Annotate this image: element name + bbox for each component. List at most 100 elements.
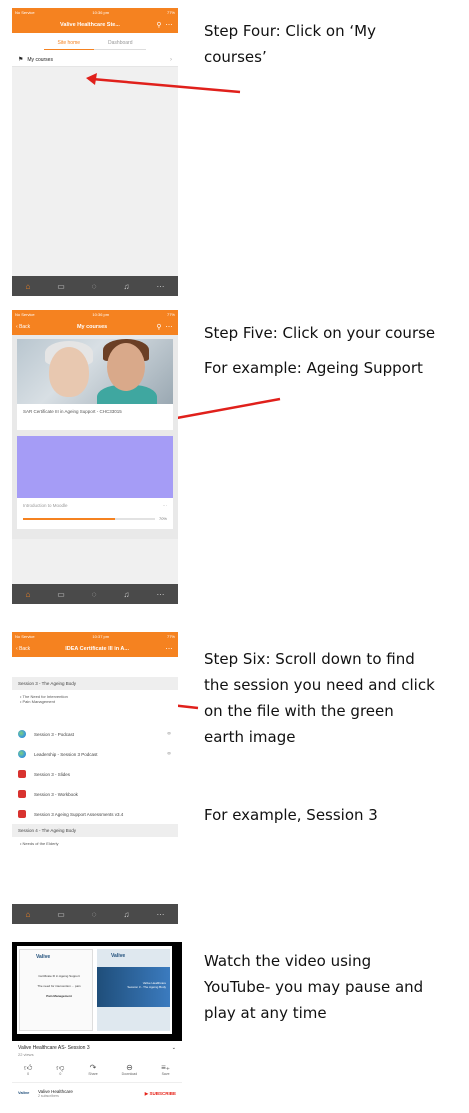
calendar-icon[interactable]: ▭	[57, 590, 65, 599]
slide-right-panel: Valive Valive Healthcare Session 3 - The…	[97, 949, 170, 1031]
status-carrier: No Service	[15, 311, 35, 317]
pdf-icon	[18, 790, 26, 798]
messages-icon[interactable]: ◌	[92, 590, 97, 599]
screenshot-course-sessions: No Service 10:37 pm 77% ‹ Back IDEA Cert…	[12, 632, 178, 924]
step-five-line-2: For example: Ageing Support	[204, 359, 423, 377]
course-list: SAR Certificate III in Ageing Support - …	[12, 335, 178, 539]
section-summary: • The Need for Intervention • Pain Manag…	[12, 690, 178, 708]
download-icon: ⊖	[126, 1063, 133, 1072]
calendar-icon[interactable]: ▭	[57, 910, 65, 919]
section-header-session-3: Session 3 - The Ageing Body	[12, 677, 178, 690]
progress-percent: 70%	[158, 516, 167, 521]
step-six-line-3: on the file with the green	[204, 702, 394, 720]
pdf-icon	[18, 810, 26, 818]
activity-session-3-workbook[interactable]: Session 3 - Workbook	[12, 784, 178, 804]
bottom-tab-bar: ⌂ ▭ ◌ ♫ ⋯	[12, 584, 178, 604]
activity-label: Session 3 - Podcast	[34, 731, 75, 737]
course-title: Introduction to Moodle	[23, 503, 68, 508]
back-button[interactable]: ‹ Back	[16, 324, 30, 330]
like-button[interactable]: 👍︎ 0	[24, 1063, 32, 1076]
bottom-tab-bar: ⌂ ▭ ◌ ♫ ⋯	[12, 904, 178, 924]
channel-info: Valive Healthcare 2 subscribers	[38, 1089, 73, 1098]
like-count: 0	[27, 1072, 30, 1076]
status-time: 10:36 pm	[92, 311, 110, 317]
more-icon[interactable]: ⋯	[163, 503, 168, 509]
notifications-icon[interactable]: ♫	[124, 910, 130, 919]
course-image-shape	[49, 347, 89, 397]
more-icon[interactable]: ⋯	[164, 645, 174, 653]
app-title: My courses	[76, 323, 108, 330]
link-icon: ⚭	[166, 751, 172, 758]
status-time: 10:37 pm	[92, 633, 110, 639]
share-button[interactable]: ↷ Share	[88, 1063, 97, 1076]
app-header: ‹ Back IDEA Certificate III in A... ⋯	[12, 640, 178, 657]
status-battery: 77%	[166, 311, 175, 317]
slide-banner-text: Valive Healthcare Session 3 - The Ageing…	[127, 981, 166, 989]
slide-text: The need for intervention ... pain	[37, 984, 81, 988]
step-four-line-1: Step Four: Click on ‘My	[204, 22, 376, 40]
activity-label: Leadership - Session 3 Podcast	[34, 751, 98, 757]
subscribe-button[interactable]: ▶ SUBSCRIBE	[145, 1091, 176, 1097]
course-title: SAR Certificate III in Ageing Support - …	[23, 409, 122, 414]
notifications-icon[interactable]: ♫	[124, 590, 130, 599]
more-menu-icon[interactable]: ⋯	[156, 910, 164, 919]
home-icon[interactable]: ⌂	[25, 590, 30, 599]
search-icon[interactable]: ⚲	[154, 323, 164, 331]
channel-subscribers: 2 subscribers	[38, 1094, 59, 1098]
save-label: Save	[161, 1072, 170, 1076]
slide-text: Pain Management	[46, 994, 72, 998]
activity-leadership-podcast[interactable]: Leadership - Session 3 Podcast ⚭	[12, 744, 178, 764]
channel-logo[interactable]: Valive	[18, 1090, 32, 1097]
step-six-line-2: the session you need and click	[204, 676, 435, 694]
channel-row: Valive Valive Healthcare 2 subscribers ▶…	[12, 1082, 182, 1098]
video-title: Valive Healthcare AS- Session 3	[18, 1045, 90, 1051]
activity-session-3-assessments[interactable]: Session 3 Ageing Support Assessments v3.…	[12, 804, 178, 824]
slide-text: Certificate III in Ageing Support	[38, 974, 80, 978]
step-five-line-1: Step Five: Click on your course	[204, 324, 436, 342]
dislike-button[interactable]: 👎︎ 0	[56, 1063, 64, 1076]
share-label: Share	[88, 1072, 98, 1076]
more-icon[interactable]: ⋯	[164, 323, 174, 331]
activity-session-3-podcast[interactable]: Session 3 - Podcast ⚭	[12, 724, 178, 744]
earth-icon	[18, 730, 26, 738]
app-title: IDEA Certificate III in A...	[65, 645, 129, 652]
course-card-ageing-support[interactable]: SAR Certificate III in Ageing Support - …	[17, 339, 173, 430]
step-four-line-2: courses’	[204, 48, 267, 66]
back-button[interactable]: ‹ Back	[16, 646, 30, 652]
bullet-text: Needs of the Elderly	[22, 841, 59, 846]
course-image	[17, 436, 173, 498]
activity-session-3-slides[interactable]: Session 3 - Slides	[12, 764, 178, 784]
activity-label: Session 3 Ageing Support Assessments v3.…	[34, 811, 124, 817]
screenshot-youtube-video: Valive Certificate III in Ageing Support…	[12, 942, 182, 1113]
video-title-row[interactable]: Valive Healthcare AS- Session 3 ⌄	[12, 1041, 182, 1052]
activity-label: Session 3 - Slides	[34, 771, 71, 777]
course-card-moodle[interactable]: Introduction to Moodle ⋯ 70%	[17, 436, 173, 529]
thumbs-up-icon: 👍︎	[23, 1063, 33, 1072]
screenshot-my-courses: No Service 10:36 pm 77% ‹ Back My course…	[12, 310, 178, 604]
video-player[interactable]: Valive Certificate III in Ageing Support…	[12, 942, 182, 1041]
save-icon: ≡₊	[161, 1063, 171, 1072]
home-icon[interactable]: ⌂	[25, 910, 30, 919]
course-image	[17, 339, 173, 404]
download-button[interactable]: ⊖ Download	[122, 1063, 138, 1076]
step-five-text: Step Five: Click on your course For exam…	[204, 320, 435, 381]
step-six-text: Step Six: Scroll down to find the sessio…	[204, 646, 435, 828]
slide-text: Session 3 - The Ageing Body	[127, 985, 166, 989]
more-menu-icon[interactable]: ⋯	[156, 590, 164, 599]
section-header-session-4: Session 4 - The Ageing Body	[12, 824, 178, 837]
status-bar: No Service 10:37 pm 77%	[12, 632, 178, 640]
status-battery: 77%	[166, 633, 175, 639]
earth-icon	[18, 750, 26, 758]
chevron-down-icon[interactable]: ⌄	[172, 1045, 176, 1051]
save-button[interactable]: ≡₊ Save	[161, 1063, 170, 1076]
status-bar: No Service 10:36 pm 77%	[12, 310, 178, 318]
step-six-line-1: Step Six: Scroll down to find	[204, 650, 415, 668]
video-actions: 👍︎ 0 👎︎ 0 ↷ Share ⊖ Download ≡₊ Save	[12, 1057, 182, 1078]
back-label: Back	[19, 645, 31, 652]
pdf-icon	[18, 770, 26, 778]
messages-icon[interactable]: ◌	[92, 910, 97, 919]
step-six-line-4: earth image	[204, 728, 296, 746]
app-header: ‹ Back My courses ⚲ ⋯	[12, 318, 178, 335]
